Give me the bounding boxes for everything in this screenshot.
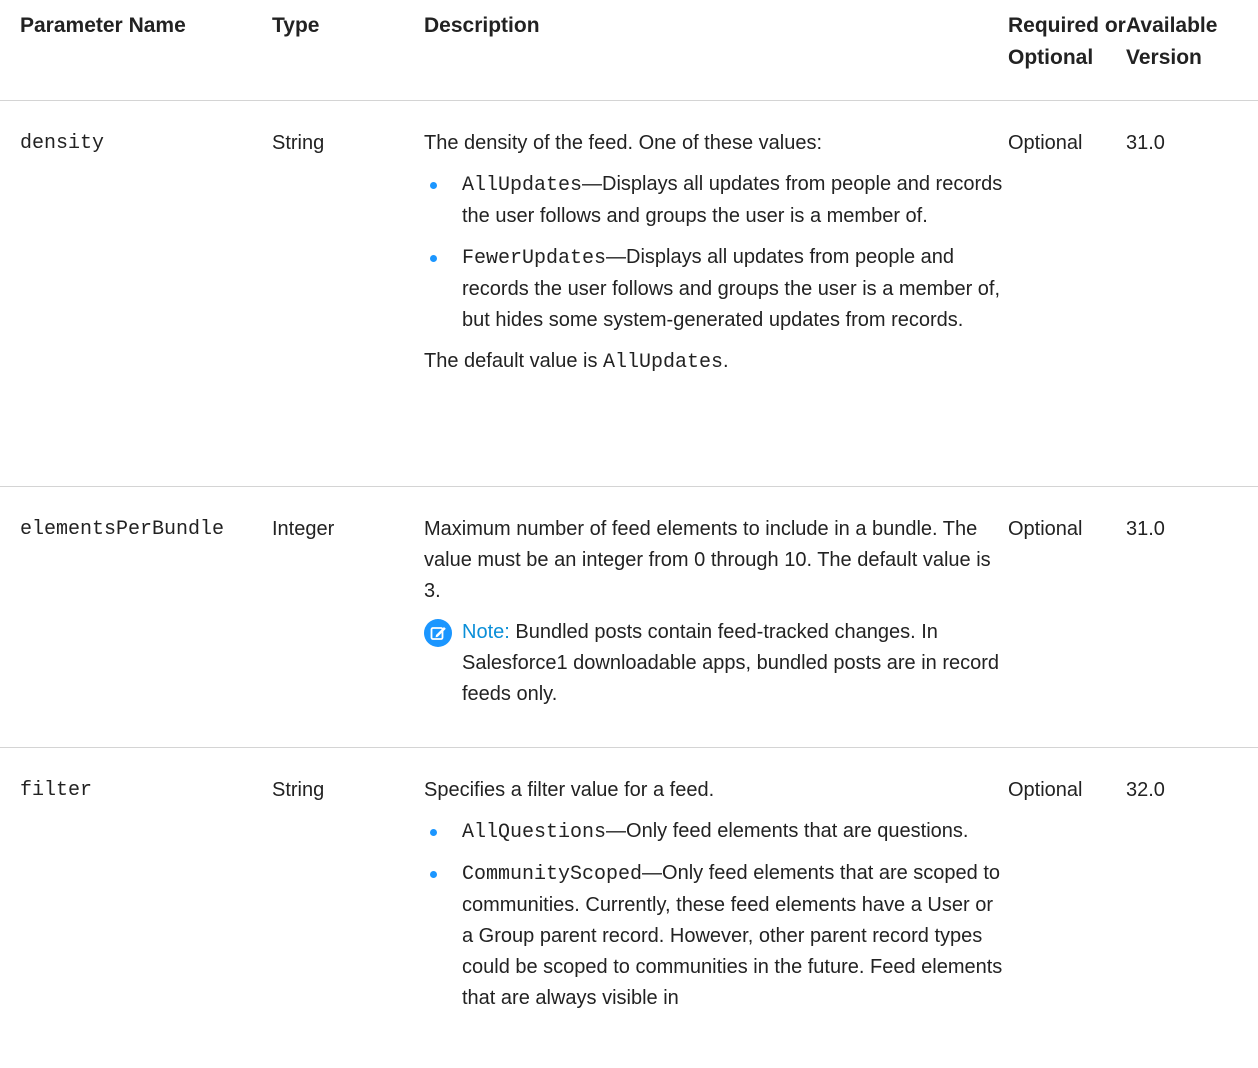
list-item: FewerUpdates—Displays all updates from p… bbox=[424, 242, 1008, 336]
param-version: 31.0 bbox=[1126, 131, 1165, 154]
param-version: 32.0 bbox=[1126, 778, 1165, 801]
table-row: elementsPerBundle Integer Maximum number… bbox=[0, 485, 1258, 747]
description-intro: Specifies a filter value for a feed. bbox=[424, 778, 715, 801]
description-intro: Maximum number of feed elements to inclu… bbox=[424, 517, 991, 602]
value-code: FewerUpdates bbox=[462, 246, 607, 270]
note-text: Bundled posts contain feed-tracked chang… bbox=[462, 620, 1000, 705]
param-name-cell: density bbox=[0, 99, 272, 486]
description-intro: The density of the feed. One of these va… bbox=[424, 131, 823, 154]
header-description: Description bbox=[424, 14, 540, 37]
edit-note-icon bbox=[424, 618, 452, 647]
param-name: elementsPerBundle bbox=[20, 517, 225, 541]
value-text: —Only feed elements that are questions. bbox=[606, 819, 969, 842]
param-description-cell: Maximum number of feed elements to inclu… bbox=[424, 485, 1008, 747]
param-type-cell: Integer bbox=[272, 485, 424, 747]
param-name-cell: filter bbox=[0, 746, 272, 1068]
param-description-cell: Specifies a filter value for a feed. All… bbox=[424, 746, 1008, 1068]
table-header-row: Parameter Name Type Description Required… bbox=[0, 0, 1258, 100]
table-row: density String The density of the feed. … bbox=[0, 99, 1258, 486]
table-row: filter String Specifies a filter value f… bbox=[0, 746, 1258, 1068]
param-required-cell: Optional bbox=[1008, 485, 1126, 747]
parameters-table: Parameter Name Type Description Required… bbox=[0, 0, 1258, 1068]
header-type: Type bbox=[272, 14, 320, 37]
param-required: Optional bbox=[1008, 131, 1083, 154]
param-type: String bbox=[272, 778, 325, 801]
param-type: Integer bbox=[272, 517, 335, 540]
default-value-prefix: The default value is bbox=[424, 349, 603, 372]
param-required-cell: Optional bbox=[1008, 746, 1126, 1068]
default-value-text: The default value is AllUpdates. bbox=[424, 346, 1008, 378]
value-list: AllUpdates—Displays all updates from peo… bbox=[424, 169, 1008, 336]
note-label: Note: bbox=[462, 620, 510, 643]
value-code: AllUpdates bbox=[462, 173, 583, 197]
param-description-cell: The density of the feed. One of these va… bbox=[424, 99, 1008, 486]
value-code: AllQuestions bbox=[462, 820, 607, 844]
param-type: String bbox=[272, 131, 325, 154]
param-version-cell: 31.0 bbox=[1126, 99, 1258, 486]
param-name: density bbox=[20, 131, 105, 155]
bullet-dot-icon bbox=[430, 870, 437, 878]
value-code: CommunityScoped bbox=[462, 862, 643, 886]
param-type-cell: String bbox=[272, 99, 424, 486]
value-list: AllQuestions—Only feed elements that are… bbox=[424, 816, 1008, 1014]
list-item: AllQuestions—Only feed elements that are… bbox=[424, 816, 1008, 848]
bullet-dot-icon bbox=[430, 181, 437, 189]
param-required: Optional bbox=[1008, 778, 1083, 801]
header-required: Required or Optional bbox=[1008, 14, 1126, 69]
header-version: Available Version bbox=[1126, 14, 1218, 69]
param-name: filter bbox=[20, 778, 93, 802]
param-version-cell: 32.0 bbox=[1126, 746, 1258, 1068]
param-version: 31.0 bbox=[1126, 517, 1165, 540]
bullet-dot-icon bbox=[430, 254, 437, 262]
default-value-suffix: . bbox=[723, 349, 729, 372]
param-required: Optional bbox=[1008, 517, 1083, 540]
param-type-cell: String bbox=[272, 746, 424, 1068]
list-item: AllUpdates—Displays all updates from peo… bbox=[424, 169, 1008, 232]
param-required-cell: Optional bbox=[1008, 99, 1126, 486]
default-value-code: AllUpdates bbox=[603, 350, 724, 374]
param-name-cell: elementsPerBundle bbox=[0, 485, 272, 747]
header-parameter-name: Parameter Name bbox=[20, 14, 186, 37]
note-box: Note: Bundled posts contain feed-tracked… bbox=[424, 617, 1008, 710]
param-version-cell: 31.0 bbox=[1126, 485, 1258, 747]
bullet-dot-icon bbox=[430, 828, 437, 836]
list-item: CommunityScoped—Only feed elements that … bbox=[424, 858, 1008, 1014]
